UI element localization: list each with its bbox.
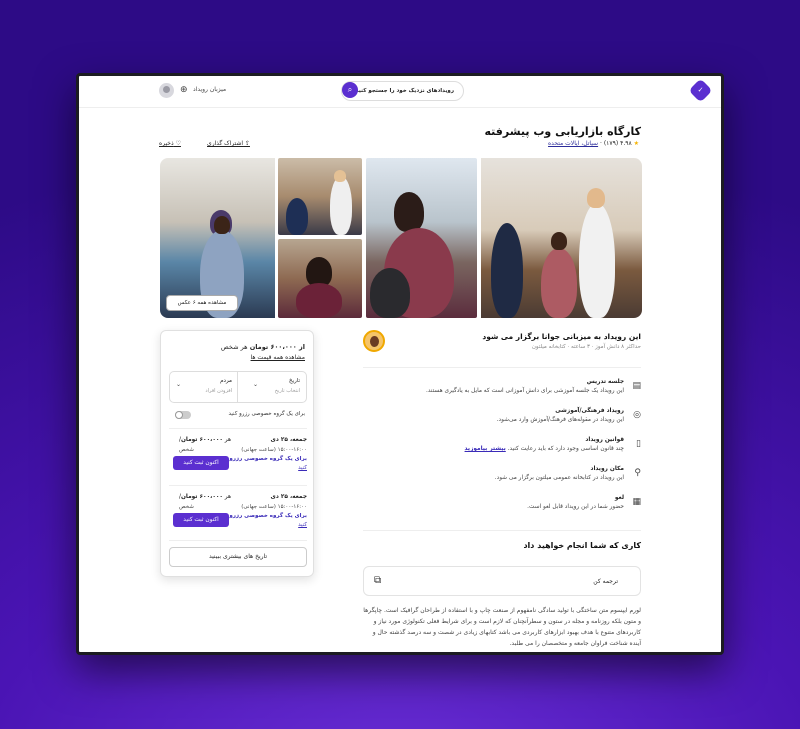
booking-card: از ۶۰۰،۰۰۰ تومان هر شخص مشاهده همه قیمت … bbox=[160, 330, 314, 577]
task-label: ترجمه کن bbox=[593, 578, 618, 585]
date-slot: جمعه، ۲۵ دی ۱۵:۰۰-۱۶:۰۰ (ساعت جهانی) برا… bbox=[169, 494, 307, 542]
gallery-photo-main[interactable] bbox=[481, 158, 642, 318]
feature-cultural: ◎ رویداد فرهنگی/آموزشی این رویداد در مقو… bbox=[363, 408, 641, 432]
gallery-photo-3[interactable] bbox=[278, 158, 362, 235]
palette-icon: ◎ bbox=[633, 410, 641, 420]
private-group-toggle[interactable] bbox=[175, 411, 191, 419]
slot-price: /هر ۶۰۰،۰۰۰ تومان bbox=[179, 437, 239, 443]
chalkboard-icon: ▤ bbox=[632, 381, 641, 391]
top-header: ✓ رویدادهای نزدیک خود را جستجو کنید ⌕ می… bbox=[79, 76, 721, 108]
slot-private-link-cont[interactable]: کنید bbox=[298, 465, 307, 471]
chevron-down-icon[interactable]: ⌄ bbox=[253, 381, 258, 388]
chevron-down-icon[interactable]: ⌄ bbox=[176, 381, 181, 388]
host-event-link[interactable]: میزبان رویداد bbox=[193, 86, 226, 93]
divider bbox=[169, 540, 307, 541]
slot-price-amount: ۶۰۰،۰۰۰ تومان bbox=[180, 437, 223, 443]
gallery-photo-4[interactable] bbox=[278, 239, 362, 318]
feature-cancellation: ▦ لغو حضور شما در این رویداد قابل لغو اس… bbox=[363, 495, 641, 519]
feature-desc: حضور شما در این رویداد قابل لغو است. bbox=[527, 504, 624, 510]
feature-desc-text: چند قانون اساسی وجود دارد که باید رعایت … bbox=[507, 446, 624, 452]
slot-price-amount: ۶۰۰،۰۰۰ تومان bbox=[180, 494, 223, 500]
divider bbox=[363, 367, 641, 368]
date-guest-selector: تاریخ انتخاب تاریخ ⌄ مردم افزودن افراد ⌄ bbox=[169, 371, 307, 403]
slot-date: جمعه، ۲۵ دی bbox=[270, 494, 307, 500]
feature-desc: این رویداد در کتابخانه عمومی میلتون برگز… bbox=[494, 475, 624, 481]
event-title: کارگاه بازاریابی وب پیشرفته bbox=[484, 125, 642, 138]
logo-check-icon: ✓ bbox=[697, 86, 704, 94]
date-slot: جمعه، ۲۵ دی ۱۵:۰۰-۱۶:۰۰ (ساعت جهانی) برا… bbox=[169, 437, 307, 485]
feature-title: قوانین رویداد bbox=[585, 437, 624, 443]
rating-value: ۴.۹۸ bbox=[620, 140, 632, 147]
calendar-icon: ▦ bbox=[632, 497, 641, 507]
more-dates-button[interactable]: تاریخ های بیشتری ببینید bbox=[169, 547, 307, 567]
slot-date: جمعه، ۲۵ دی bbox=[270, 437, 307, 443]
slot-private-link[interactable]: برای یک گروه خصوصی رزرو bbox=[229, 456, 307, 462]
save-button[interactable]: ♡ ذخیره bbox=[159, 140, 181, 147]
divider bbox=[169, 428, 307, 429]
location-pin-icon: ⚲ bbox=[634, 468, 641, 478]
feature-title: جلسه تدریس bbox=[586, 379, 624, 385]
feature-title: رویداد فرهنگی/آموزشی bbox=[555, 408, 624, 414]
globe-icon[interactable]: ⊕ bbox=[180, 85, 188, 95]
all-prices-link[interactable]: مشاهده همه قیمت ها bbox=[251, 354, 305, 361]
divider bbox=[169, 485, 307, 486]
price-amount: از ۶۰۰،۰۰۰ تومان bbox=[249, 343, 305, 351]
save-label: ذخیره bbox=[159, 140, 174, 147]
task-card[interactable]: ترجمه کن ⧉ bbox=[363, 566, 641, 596]
gallery-photo-2[interactable] bbox=[366, 158, 477, 318]
date-label: تاریخ bbox=[289, 378, 300, 384]
price-per: هر شخص bbox=[220, 343, 248, 351]
slot-private-link-cont[interactable]: کنید bbox=[298, 522, 307, 528]
user-avatar[interactable] bbox=[159, 83, 174, 98]
register-now-button[interactable]: اکنون ثبت کنید bbox=[173, 456, 229, 470]
heart-icon: ♡ bbox=[173, 140, 181, 147]
rating-row: ★ ۴.۹۸ (۱۷۹) · سیاتل، ایالات متحده bbox=[548, 140, 639, 147]
feature-desc: این رویداد یک جلسه آموزشی برای دانش آموز… bbox=[426, 388, 624, 394]
learn-more-link[interactable]: بیشتر بیاموزید bbox=[465, 446, 506, 452]
host-subtitle: حداکثر ۸ دانش آموز · ۳ ساعته · کتابخانه … bbox=[531, 344, 641, 350]
feature-rules: ▯ قوانین رویداد چند قانون اساسی وجود دار… bbox=[363, 437, 641, 461]
review-count: (۱۷۹) bbox=[603, 140, 619, 147]
location-link[interactable]: سیاتل، ایالات متحده bbox=[548, 140, 598, 147]
host-section: این رویداد به میزبانی جوانا برگزار می شو… bbox=[363, 330, 641, 358]
feature-teaching: ▤ جلسه تدریس این رویداد یک جلسه آموزشی ب… bbox=[363, 379, 641, 403]
slot-private-link[interactable]: برای یک گروه خصوصی رزرو bbox=[229, 513, 307, 519]
feature-title: مکان رویداد bbox=[590, 466, 624, 472]
search-icon[interactable]: ⌕ bbox=[342, 82, 358, 98]
guests-label: مردم bbox=[220, 378, 232, 384]
slot-per-person: شخص bbox=[179, 447, 194, 453]
divider bbox=[363, 530, 641, 531]
host-title: این رویداد به میزبانی جوانا برگزار می شو… bbox=[482, 332, 641, 341]
photo-gallery: مشاهده همه ۶ عکس bbox=[160, 158, 642, 318]
share-icon: ⇪ bbox=[243, 140, 250, 147]
feature-desc: چند قانون اساسی وجود دارد که باید رعایت … bbox=[465, 446, 624, 452]
share-button[interactable]: ⇪ اشتراک گذاری bbox=[207, 140, 250, 147]
date-select[interactable]: انتخاب تاریخ bbox=[275, 388, 300, 394]
register-now-button[interactable]: اکنون ثبت کنید bbox=[173, 513, 229, 527]
activities-title: کاری که شما انجام خواهید داد bbox=[523, 541, 641, 550]
search-input[interactable]: رویدادهای نزدیک خود را جستجو کنید bbox=[341, 81, 464, 101]
book-icon: ▯ bbox=[636, 439, 641, 449]
feature-location: ⚲ مکان رویداد این رویداد در کتابخانه عمو… bbox=[363, 466, 641, 490]
activities-description: لورم ایپسوم متن ساختگی با تولید سادگی نا… bbox=[363, 607, 641, 647]
price-from: از ۶۰۰،۰۰۰ تومان هر شخص bbox=[221, 343, 305, 351]
slot-time: ۱۵:۰۰-۱۶:۰۰ (ساعت جهانی) bbox=[241, 447, 307, 453]
app-window: ✓ رویدادهای نزدیک خود را جستجو کنید ⌕ می… bbox=[76, 73, 724, 655]
star-icon: ★ bbox=[633, 140, 639, 147]
slot-time: ۱۵:۰۰-۱۶:۰۰ (ساعت جهانی) bbox=[241, 504, 307, 510]
host-avatar[interactable] bbox=[363, 330, 385, 352]
gallery-photo-5[interactable] bbox=[160, 158, 275, 318]
translate-icon: ⧉ bbox=[374, 575, 382, 586]
selector-divider bbox=[237, 372, 238, 402]
slot-per-person: شخص bbox=[179, 504, 194, 510]
feature-desc: این رویداد در مقوله‌های فرهنگ/آموزش وارد… bbox=[496, 417, 624, 423]
guests-select[interactable]: افزودن افراد bbox=[205, 388, 232, 394]
show-all-photos-button[interactable]: مشاهده همه ۶ عکس bbox=[166, 295, 238, 311]
share-label: اشتراک گذاری bbox=[207, 140, 244, 147]
feature-title: لغو bbox=[614, 495, 624, 501]
private-group-label: برای یک گروه خصوصی رزرو کنید bbox=[228, 411, 306, 417]
slot-price: /هر ۶۰۰،۰۰۰ تومان bbox=[179, 494, 239, 500]
